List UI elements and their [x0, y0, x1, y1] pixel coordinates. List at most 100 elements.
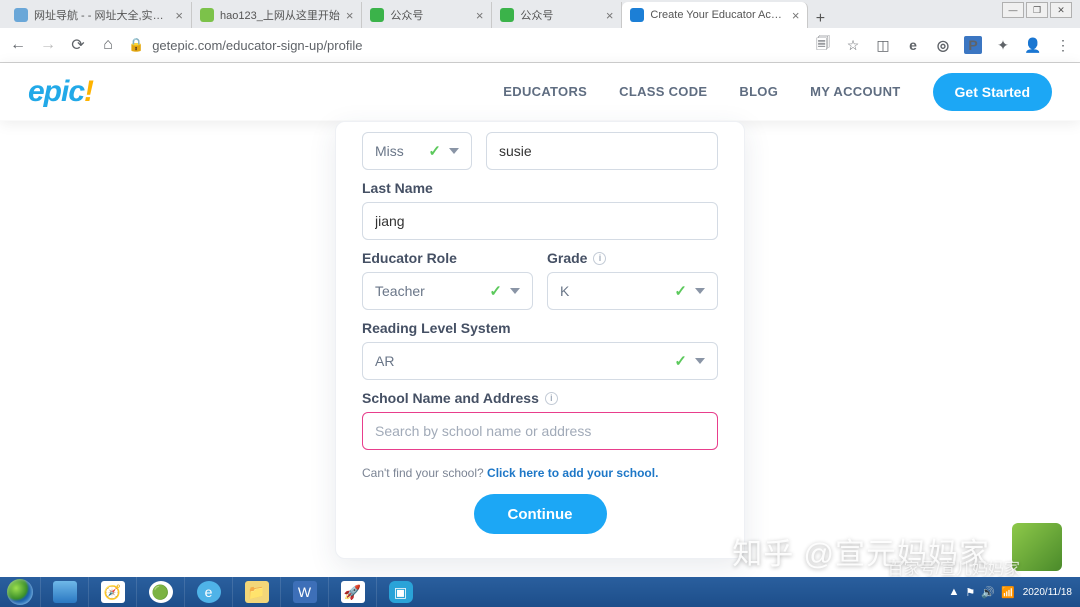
tab-strip: 网址导航 - - 网址大全,实用网址×hao123_上网从这里开始×公众号×公众…	[0, 0, 1080, 28]
task-explorer[interactable]: 📁	[232, 577, 280, 607]
grade-value: K	[560, 283, 569, 299]
chevron-down-icon	[449, 148, 459, 154]
back-button[interactable]: ←	[8, 36, 28, 54]
task-app-2[interactable]: 🚀	[328, 577, 376, 607]
browser-tab[interactable]: 公众号 ×	[492, 2, 622, 28]
favicon	[370, 8, 384, 22]
prefix-value: Miss	[375, 143, 404, 159]
window-close-icon[interactable]: ✕	[1050, 2, 1072, 18]
rls-select[interactable]: AR ✓	[362, 342, 718, 380]
window-min-icon[interactable]: —	[1002, 2, 1024, 18]
tab-title: 公众号	[520, 7, 599, 23]
url-box[interactable]: 🔒 getepic.com/educator-sign-up/profile	[128, 37, 804, 53]
continue-button[interactable]: Continue	[474, 494, 607, 534]
profile-icon[interactable]: 👤	[1024, 36, 1042, 54]
address-bar: ← → ⟳ ⌂ 🔒 getepic.com/educator-sign-up/p…	[0, 28, 1080, 62]
tab-close-icon[interactable]: ×	[792, 8, 800, 23]
role-value: Teacher	[375, 283, 425, 299]
favicon	[500, 8, 514, 22]
lastname-input[interactable]	[375, 213, 705, 229]
menu-icon[interactable]: ⋮	[1054, 36, 1072, 54]
browser-tab[interactable]: hao123_上网从这里开始 ×	[192, 2, 362, 28]
tab-close-icon[interactable]: ×	[476, 8, 484, 23]
tab-close-icon[interactable]: ×	[175, 8, 183, 23]
system-tray: ▲ ⚑ 🔊 📶 2020/11/18	[949, 586, 1080, 599]
chevron-down-icon	[510, 288, 520, 294]
lastname-field[interactable]	[362, 202, 718, 240]
new-tab-button[interactable]: +	[808, 10, 832, 28]
task-browser-1[interactable]: 🧭	[88, 577, 136, 607]
nav-my-account[interactable]: MY ACCOUNT	[810, 84, 900, 99]
site-header: epic! EDUCATORS CLASS CODE BLOG MY ACCOU…	[0, 63, 1080, 121]
puzzle-icon[interactable]: ✦	[994, 36, 1012, 54]
firstname-field[interactable]	[486, 132, 718, 170]
chevron-down-icon	[695, 358, 705, 364]
nav-class-code[interactable]: CLASS CODE	[619, 84, 707, 99]
check-icon: ✓	[674, 352, 687, 370]
school-help-text: Can't find your school? Click here to ad…	[362, 466, 718, 480]
check-icon: ✓	[428, 142, 441, 160]
taskbar: 🧭 🟢 e 📁 W 🚀 ▣ ▲ ⚑ 🔊 📶 2020/11/18	[0, 577, 1080, 607]
start-button[interactable]	[0, 577, 40, 607]
ext-orange-icon[interactable]: ◎	[934, 36, 952, 54]
edge-icon[interactable]: e	[904, 36, 922, 54]
forward-button[interactable]: →	[38, 36, 58, 54]
check-icon: ✓	[489, 282, 502, 300]
task-app-3[interactable]: ▣	[376, 577, 424, 607]
star-icon[interactable]: ☆	[844, 36, 862, 54]
grade-select[interactable]: K ✓	[547, 272, 718, 310]
browser-tab[interactable]: 公众号 ×	[362, 2, 492, 28]
task-ie[interactable]: e	[184, 577, 232, 607]
school-search-field[interactable]	[362, 412, 718, 450]
favicon	[630, 8, 644, 22]
task-chrome[interactable]: 🟢	[136, 577, 184, 607]
reload-button[interactable]: ⟳	[68, 35, 88, 55]
tab-title: hao123_上网从这里开始	[220, 7, 340, 23]
check-icon: ✓	[674, 282, 687, 300]
role-label: Educator Role	[362, 250, 533, 266]
nav-educators[interactable]: EDUCATORS	[503, 84, 587, 99]
overlay-widget[interactable]	[1012, 523, 1062, 571]
translate-icon[interactable]: 🗐	[814, 36, 832, 54]
tab-title: Create Your Educator Account	[650, 9, 785, 21]
extension-icons: 🗐 ☆ ◫ e ◎ P ✦ 👤 ⋮	[814, 36, 1072, 54]
ext-gray-icon[interactable]: ◫	[874, 36, 892, 54]
chevron-down-icon	[695, 288, 705, 294]
windows-icon	[7, 579, 33, 605]
home-button[interactable]: ⌂	[98, 36, 118, 54]
add-school-link[interactable]: Click here to add your school.	[487, 466, 658, 480]
tray-icon[interactable]: 🔊	[981, 586, 995, 599]
tray-icon[interactable]: ⚑	[965, 586, 975, 599]
signup-form-card: Miss ✓ Last Name Educator Role Teacher ✓	[335, 121, 745, 559]
url-text: getepic.com/educator-sign-up/profile	[152, 38, 362, 53]
tab-title: 网址导航 - - 网址大全,实用网址	[34, 7, 169, 23]
role-select[interactable]: Teacher ✓	[362, 272, 533, 310]
school-label: School Name and Address	[362, 390, 539, 406]
ext-p-icon[interactable]: P	[964, 36, 982, 54]
tab-title: 公众号	[390, 7, 469, 23]
browser-tab[interactable]: 网址导航 - - 网址大全,实用网址 ×	[6, 2, 192, 28]
tray-icon[interactable]: 📶	[1001, 586, 1015, 599]
firstname-input[interactable]	[499, 143, 705, 159]
main-nav: EDUCATORS CLASS CODE BLOG MY ACCOUNT Get…	[503, 73, 1052, 111]
task-app-1[interactable]	[40, 577, 88, 607]
info-icon[interactable]: i	[545, 392, 558, 405]
tab-close-icon[interactable]: ×	[606, 8, 614, 23]
task-word[interactable]: W	[280, 577, 328, 607]
nav-blog[interactable]: BLOG	[739, 84, 778, 99]
school-search-input[interactable]	[375, 423, 705, 439]
tab-close-icon[interactable]: ×	[346, 8, 354, 23]
get-started-button[interactable]: Get Started	[933, 73, 1052, 111]
lastname-label: Last Name	[362, 180, 718, 196]
logo[interactable]: epic!	[28, 75, 93, 109]
favicon	[14, 8, 28, 22]
window-max-icon[interactable]: ❐	[1026, 2, 1048, 18]
clock[interactable]: 2020/11/18	[1023, 587, 1072, 598]
rls-value: AR	[375, 353, 394, 369]
browser-tab[interactable]: Create Your Educator Account ×	[622, 2, 808, 28]
tray-icon[interactable]: ▲	[949, 586, 960, 599]
info-icon[interactable]: i	[593, 252, 606, 265]
window-controls: — ❐ ✕	[1002, 2, 1072, 18]
prefix-select[interactable]: Miss ✓	[362, 132, 472, 170]
favicon	[200, 8, 214, 22]
